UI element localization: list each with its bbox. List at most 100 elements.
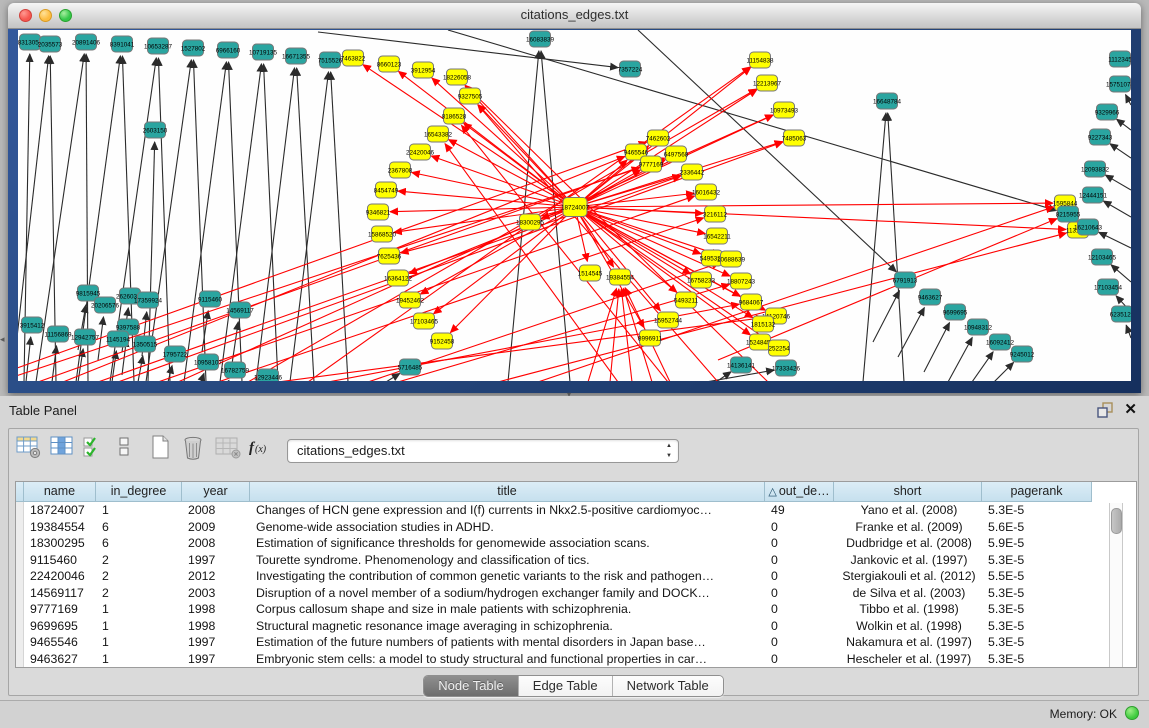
graph-node[interactable]: 17103454 [1094, 279, 1123, 295]
edge[interactable] [1110, 144, 1131, 158]
edge[interactable] [420, 207, 575, 294]
edge[interactable] [1126, 325, 1131, 338]
graph-node[interactable]: 22420046 [406, 144, 435, 160]
graph-node[interactable]: 16364122 [384, 270, 413, 286]
column-header-rowheader[interactable] [16, 482, 24, 502]
graph-node[interactable]: 19452462 [396, 292, 425, 308]
edge[interactable] [863, 113, 886, 381]
graph-node[interactable]: 9684067 [739, 294, 764, 310]
graph-node[interactable]: 16542211 [703, 228, 731, 244]
edge[interactable] [610, 289, 619, 381]
graph-node[interactable]: 2367808 [388, 162, 413, 178]
graph-node[interactable]: 15751074 [1106, 76, 1131, 92]
graph-node[interactable]: 11154838 [746, 52, 774, 68]
graph-node[interactable]: 9777169 [639, 156, 664, 172]
edge[interactable] [386, 373, 400, 381]
graph-node[interactable]: 15952744 [654, 312, 683, 328]
graph-node[interactable]: 8215955 [1056, 206, 1081, 222]
table-row[interactable]: 1872400712008Changes of HCN gene express… [16, 502, 1136, 519]
graph-node[interactable]: 9329966 [1095, 104, 1120, 120]
graph-node[interactable]: 9346821 [366, 204, 391, 220]
graph-node[interactable]: 9463627 [918, 289, 943, 305]
edge[interactable] [450, 207, 575, 332]
graph-node[interactable]: 7357224 [618, 61, 643, 77]
graph-node[interactable]: 12103465 [1088, 249, 1117, 265]
edge[interactable] [26, 337, 31, 381]
edge[interactable] [278, 318, 764, 381]
graph-node[interactable]: 14569117 [226, 302, 254, 318]
table-row[interactable]: 2242004622012Investigating the contribut… [16, 568, 1136, 585]
graph-node[interactable]: 10688639 [717, 251, 746, 267]
edge[interactable] [228, 380, 229, 381]
close-panel-icon[interactable]: ✕ [1124, 400, 1137, 418]
graph-node[interactable]: 17103465 [410, 313, 439, 329]
function-icon[interactable]: f(x) [246, 433, 276, 465]
trash-icon[interactable] [180, 433, 210, 465]
column-header-pagerank[interactable]: pagerank [982, 482, 1092, 502]
graph-node[interactable]: 10973493 [770, 102, 799, 118]
edge[interactable] [888, 113, 904, 381]
graph-node[interactable]: 8186528 [442, 108, 467, 124]
edge[interactable] [158, 58, 170, 381]
graph-node[interactable]: 9245012 [1010, 346, 1035, 362]
edge[interactable] [331, 72, 348, 381]
graph-node[interactable]: 2035573 [38, 36, 63, 52]
edge[interactable] [201, 373, 204, 381]
edge[interactable] [193, 60, 206, 381]
edge[interactable] [898, 308, 924, 357]
table-row[interactable]: 1456911722003Disruption of a novel membe… [16, 585, 1136, 602]
graph-node[interactable]: 1795722 [163, 346, 188, 362]
collapse-left-panel-icon[interactable]: ◂ [0, 334, 5, 345]
graph-node[interactable]: 16758233 [687, 272, 716, 288]
hub-node[interactable]: 18724007 [561, 198, 590, 217]
float-panel-icon[interactable] [1097, 402, 1113, 418]
edge[interactable] [575, 207, 1066, 229]
graph-node[interactable]: 12093832 [1081, 161, 1110, 177]
edge[interactable] [873, 291, 899, 342]
edge[interactable] [297, 68, 314, 381]
graph-node[interactable]: 16671355 [282, 48, 311, 64]
table-row[interactable]: 977716911998Corpus callosum shape and si… [16, 601, 1136, 618]
graph-node[interactable]: 12942757 [71, 329, 100, 345]
graph-node[interactable]: 16016432 [692, 184, 721, 200]
graph-node[interactable]: 3912954 [411, 62, 436, 78]
column-header-name[interactable]: name [24, 482, 96, 502]
graph-node[interactable]: 9115460 [198, 291, 223, 307]
column-header-year[interactable]: year [182, 482, 250, 502]
edge[interactable] [924, 323, 949, 372]
tab-network-table[interactable]: Network Table [613, 676, 723, 696]
graph-node[interactable]: 1112345 [1108, 51, 1131, 67]
table-column-icon[interactable] [48, 433, 78, 465]
column-header-short[interactable]: short [834, 482, 982, 502]
graph-node[interactable]: 1514545 [578, 265, 603, 281]
graph-node[interactable]: 17359924 [134, 292, 163, 308]
graph-node[interactable]: 16083839 [526, 31, 555, 47]
tab-node-table[interactable]: Node Table [424, 676, 519, 696]
edge[interactable] [575, 203, 1053, 207]
edge[interactable] [478, 105, 575, 207]
graph-node[interactable]: 1815132 [751, 316, 776, 332]
table-row[interactable]: 946362711997Embryonic stem cells: a mode… [16, 651, 1136, 668]
edge[interactable] [220, 64, 261, 381]
graph-node[interactable]: 16092412 [986, 334, 1015, 350]
graph-node[interactable]: 20891406 [72, 34, 101, 50]
table-row[interactable]: 1830029562008Estimation of significance … [16, 535, 1136, 552]
scrollbar-thumb[interactable] [1111, 508, 1122, 534]
graph-node[interactable]: 20206576 [91, 297, 120, 313]
graph-node[interactable]: 15868520 [368, 226, 397, 242]
graph-node[interactable]: 3216112 [703, 206, 728, 222]
graph-node[interactable]: 7485063 [782, 130, 807, 146]
row-height-icon[interactable] [114, 433, 144, 465]
table-settings-icon[interactable] [15, 433, 45, 465]
graph-node[interactable]: 7463822 [341, 50, 366, 66]
graph-node[interactable]: 12213967 [753, 75, 782, 91]
graph-node[interactable]: 1527802 [181, 40, 206, 56]
graph-node[interactable]: 7625436 [377, 248, 402, 264]
window-titlebar[interactable]: citations_edges.txt [8, 3, 1141, 29]
edge[interactable] [994, 362, 1014, 381]
graph-node[interactable]: 9327505 [458, 88, 483, 104]
graph-node[interactable]: 8454749 [374, 182, 399, 198]
graph-node[interactable]: 12444151 [1079, 187, 1108, 203]
graph-node[interactable]: 14136141 [727, 357, 756, 373]
graph-node[interactable]: 8660123 [377, 56, 402, 72]
